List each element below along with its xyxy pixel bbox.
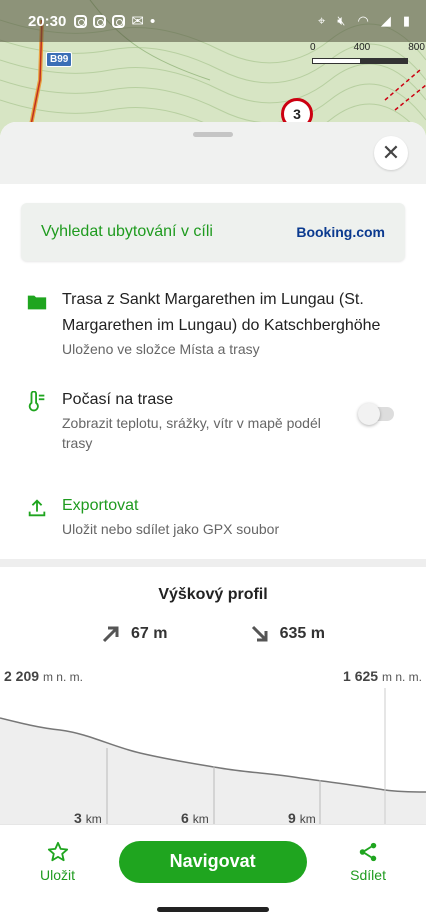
ascent-value: 67 m (131, 625, 168, 642)
arrow-up-right-icon (102, 626, 119, 643)
scale-tick: 400 (353, 42, 371, 53)
weather-toggle[interactable] (358, 403, 394, 425)
section-divider (0, 559, 426, 567)
export-subtitle: Uložit nebo sdílet jako GPX soubor (62, 521, 280, 537)
home-gesture-bar[interactable] (157, 907, 269, 912)
upload-icon (28, 499, 46, 517)
notification-icon: ✉ (131, 13, 144, 30)
weather-title: Počasí na trase (62, 391, 174, 408)
close-button[interactable]: ✕ (374, 136, 408, 170)
elevation-stats: 67 m 635 m (0, 624, 426, 644)
map-scale: 0 400 800 (310, 42, 425, 53)
route-folder: Uloženo ve složce Místa a trasy (62, 341, 260, 357)
bottom-action-bar: Uložit Navigovat Sdílet (0, 824, 426, 898)
save-button[interactable]: Uložit (40, 841, 75, 883)
descent-value: 635 m (279, 625, 325, 642)
route-title: Trasa z Sankt Margarethen im Lungau (St.… (62, 291, 381, 334)
mute-icon: 🔇︎ (337, 13, 346, 28)
end-elevation-value: 1 625 (343, 668, 379, 684)
thermometer-icon (28, 391, 45, 412)
export-title: Exportovat (62, 497, 139, 514)
system-nav-bar (0, 898, 426, 922)
elevation-title: Výškový profil (158, 586, 268, 603)
status-time: 20:30 (28, 12, 67, 30)
end-elevation-unit: m n. m. (381, 670, 422, 684)
instagram-icon (93, 14, 107, 28)
share-icon (359, 842, 377, 861)
arrow-down-right-icon (251, 625, 268, 642)
scale-tick: 0 (310, 42, 316, 53)
weather-subtitle: Zobrazit teplotu, srážky, vítr v mapě po… (62, 415, 321, 451)
signal-icon: ◢ (380, 13, 391, 28)
road-label: B99 (46, 52, 73, 67)
start-elevation-unit: m n. m. (42, 670, 83, 684)
drag-handle[interactable] (193, 132, 233, 137)
start-elevation-label: 2 209 m n. m. (4, 668, 83, 684)
start-elevation-value: 2 209 (4, 668, 40, 684)
booking-logo: Booking.com (296, 224, 385, 240)
battery-icon: ▮ (402, 13, 410, 28)
descent-stat: 635 m (250, 624, 325, 644)
booking-text: Vyhledat ubytování v cíli (41, 223, 213, 240)
booking-banner[interactable]: Vyhledat ubytování v cíli Booking.com (21, 203, 405, 261)
scale-bar (312, 58, 408, 64)
ascent-stat: 67 m (101, 624, 168, 644)
status-bar: 20:30 ✉ • ⌖ 🔇︎ ◠ ◢ ▮ (0, 0, 426, 42)
close-icon: ✕ (381, 140, 401, 165)
share-label: Sdílet (350, 866, 386, 883)
sheet-header: ✕ (0, 122, 426, 184)
wifi-icon: ◠ (357, 13, 369, 28)
more-notifications-icon: • (149, 12, 156, 30)
share-button[interactable]: Sdílet (350, 841, 386, 883)
star-icon (47, 841, 68, 861)
export-row[interactable]: Exportovat Uložit nebo sdílet jako GPX s… (0, 493, 426, 539)
location-icon: ⌖ (317, 13, 326, 28)
instagram-icon (112, 14, 126, 28)
route-detail-sheet: ✕ Vyhledat ubytování v cíli Booking.com … (0, 122, 426, 922)
route-info[interactable]: Trasa z Sankt Margarethen im Lungau (St.… (0, 287, 426, 359)
end-elevation-label: 1 625 m n. m. (343, 668, 422, 684)
scale-tick: 800 (408, 42, 425, 53)
save-label: Uložit (40, 866, 76, 883)
weather-row[interactable]: Počasí na trase Zobrazit teplotu, srážky… (0, 387, 426, 453)
folder-icon (27, 295, 47, 310)
navigate-button[interactable]: Navigovat (118, 840, 307, 883)
elevation-profile-chart[interactable]: 2 209 m n. m. 1 625 m n. m. 3 km 6 km 9 … (0, 658, 426, 830)
instagram-icon (74, 14, 88, 28)
